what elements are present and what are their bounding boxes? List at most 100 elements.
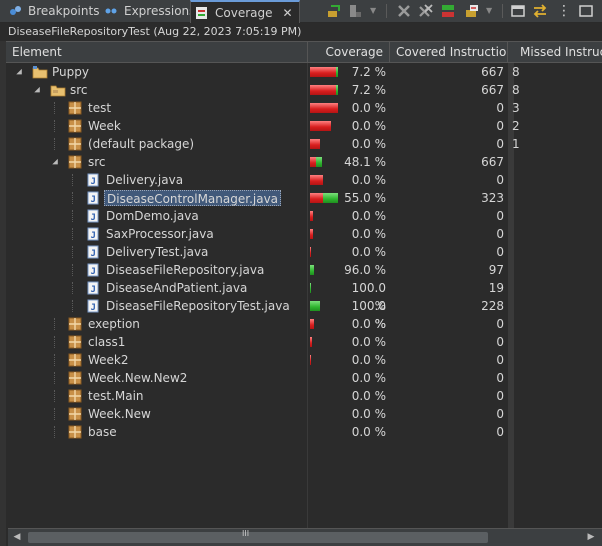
- table-row[interactable]: exeption 0.0 % 0: [6, 315, 602, 333]
- table-row[interactable]: test.Main 0.0 % 0: [6, 387, 602, 405]
- covered-instructions-value: 0: [496, 173, 504, 187]
- remove-all-sessions-icon[interactable]: [418, 3, 434, 19]
- table-row[interactable]: Week.New 0.0 % 0: [6, 405, 602, 423]
- missed-segment: [310, 337, 312, 347]
- maximize-icon[interactable]: [578, 3, 594, 19]
- tab-expressions[interactable]: Expressions: [104, 0, 195, 22]
- expanded-toggle-icon[interactable]: ◢: [33, 83, 41, 97]
- horizontal-scrollbar[interactable]: ◀ III ▶: [8, 528, 602, 546]
- element-label[interactable]: DiseaseAndPatient.java: [104, 280, 249, 296]
- link-with-selection-icon[interactable]: [464, 3, 480, 19]
- element-label[interactable]: class1: [86, 334, 127, 350]
- tree-guide: [72, 282, 74, 294]
- covered-instructions-value: 19: [488, 281, 504, 295]
- tab-coverage[interactable]: Coverage ✕: [190, 0, 300, 23]
- scrollbar-thumb[interactable]: III: [28, 529, 488, 543]
- missed-segment: [310, 229, 313, 239]
- element-label[interactable]: DeliveryTest.java: [104, 244, 210, 260]
- java-file-icon: J: [86, 191, 100, 205]
- expanded-toggle-icon[interactable]: ◢: [51, 155, 59, 169]
- table-row[interactable]: base 0.0 % 0: [6, 423, 602, 441]
- table-row[interactable]: (default package) 0.0 % 0 1: [6, 135, 602, 153]
- package-icon: [68, 335, 82, 349]
- element-label[interactable]: DiseaseControlManager.java: [104, 190, 282, 206]
- table-row[interactable]: Week2 0.0 % 0: [6, 351, 602, 369]
- table-row[interactable]: ◢ src 7.2 % 667 8: [6, 81, 602, 99]
- element-label[interactable]: (default package): [86, 136, 196, 152]
- table-row[interactable]: test 0.0 % 0 3: [6, 99, 602, 117]
- table-row[interactable]: J DiseaseFileRepository.java 96.0 % 97: [6, 261, 602, 279]
- chevron-down-icon[interactable]: ▼: [486, 3, 494, 19]
- table-row[interactable]: ◢ src 48.1 % 667: [6, 153, 602, 171]
- table-row[interactable]: ◢ Puppy 7.2 % 667 8: [6, 63, 602, 81]
- column-coverage[interactable]: Coverage: [308, 42, 390, 62]
- element-label[interactable]: Puppy: [50, 64, 91, 80]
- element-label[interactable]: src: [68, 82, 90, 98]
- coverage-percent: 0.0 %: [351, 137, 386, 151]
- chevron-down-icon[interactable]: ▼: [370, 3, 378, 19]
- element-label[interactable]: Week.New.New2: [86, 370, 189, 386]
- table-row[interactable]: Week.New.New2 0.0 % 0: [6, 369, 602, 387]
- element-label[interactable]: exeption: [86, 316, 142, 332]
- coverage-percent: 0.0 %: [351, 335, 386, 349]
- element-label[interactable]: SaxProcessor.java: [104, 226, 216, 242]
- covered-instructions-value: 0: [496, 389, 504, 403]
- table-row[interactable]: class1 0.0 % 0: [6, 333, 602, 351]
- element-label[interactable]: DiseaseFileRepository.java: [104, 262, 266, 278]
- covered-instructions-value: 0: [496, 137, 504, 151]
- element-label[interactable]: DiseaseFileRepositoryTest.java: [104, 298, 292, 314]
- close-icon[interactable]: ✕: [283, 6, 293, 20]
- column-element[interactable]: Element: [6, 42, 308, 62]
- element-label[interactable]: src: [86, 154, 108, 170]
- element-label[interactable]: Week.New: [86, 406, 153, 422]
- collapse-all-icon[interactable]: [440, 3, 456, 19]
- remove-session-icon[interactable]: [396, 3, 412, 19]
- covered-instructions-value: 0: [496, 245, 504, 259]
- swap-icon[interactable]: [532, 3, 548, 19]
- table-row[interactable]: J DiseaseAndPatient.java 100.0 % 19: [6, 279, 602, 313]
- tree-guide: [72, 264, 74, 276]
- element-label[interactable]: Week2: [86, 352, 131, 368]
- scroll-right-icon[interactable]: ▶: [584, 530, 598, 544]
- covered-segment: [323, 193, 338, 203]
- missed-segment: [310, 319, 314, 329]
- column-missed-instructions[interactable]: Missed Instructions: [514, 42, 602, 62]
- table-row[interactable]: Week 0.0 % 0 2: [6, 117, 602, 135]
- element-label[interactable]: test.Main: [86, 388, 146, 404]
- table-row[interactable]: J DiseaseFileRepositoryTest.java 100.0 % 22…: [6, 297, 602, 331]
- tree-guide: [54, 138, 56, 150]
- element-label[interactable]: DomDemo.java: [104, 208, 201, 224]
- relaunch-icon[interactable]: [326, 3, 342, 19]
- minimize-icon[interactable]: [510, 3, 526, 19]
- table-row[interactable]: J DeliveryTest.java 0.0 % 0: [6, 243, 602, 261]
- tab-expressions-label: Expressions: [124, 4, 196, 18]
- expanded-toggle-icon[interactable]: ◢: [15, 65, 23, 79]
- scroll-left-icon[interactable]: ◀: [10, 530, 24, 544]
- element-label[interactable]: base: [86, 424, 119, 440]
- element-label[interactable]: Week: [86, 118, 123, 134]
- tab-breakpoints[interactable]: Breakpoints: [8, 0, 99, 22]
- tree-guide: [54, 408, 56, 420]
- element-label[interactable]: test: [86, 100, 113, 116]
- table-row[interactable]: J DiseaseControlManager.java 55.0 % 323: [6, 189, 602, 207]
- package-icon: [68, 407, 82, 421]
- merge-sessions-dropdown-icon[interactable]: [348, 3, 364, 19]
- missed-segment: [310, 103, 338, 113]
- covered-segment: [310, 301, 320, 311]
- missed-instructions-value: 8: [512, 83, 520, 97]
- table-row[interactable]: J Delivery.java 0.0 % 0: [6, 171, 602, 189]
- covered-instructions-value: 0: [496, 371, 504, 385]
- table-row[interactable]: J DomDemo.java 0.0 % 0: [6, 207, 602, 225]
- missed-segment: [310, 175, 323, 185]
- column-covered-instructions[interactable]: Covered Instructions: [390, 42, 508, 62]
- view-menu-icon[interactable]: ⋮: [556, 3, 572, 19]
- coverage-percent: 0.0 %: [351, 101, 386, 115]
- java-file-icon: J: [86, 299, 100, 313]
- table-row[interactable]: J SaxProcessor.java 0.0 % 0: [6, 225, 602, 243]
- coverage-percent: 0.0 %: [351, 209, 386, 223]
- java-file-icon: J: [86, 173, 100, 187]
- covered-segment: [316, 157, 322, 167]
- coverage-percent: 0.0 %: [351, 389, 386, 403]
- element-label[interactable]: Delivery.java: [104, 172, 185, 188]
- covered-segment: [336, 67, 338, 77]
